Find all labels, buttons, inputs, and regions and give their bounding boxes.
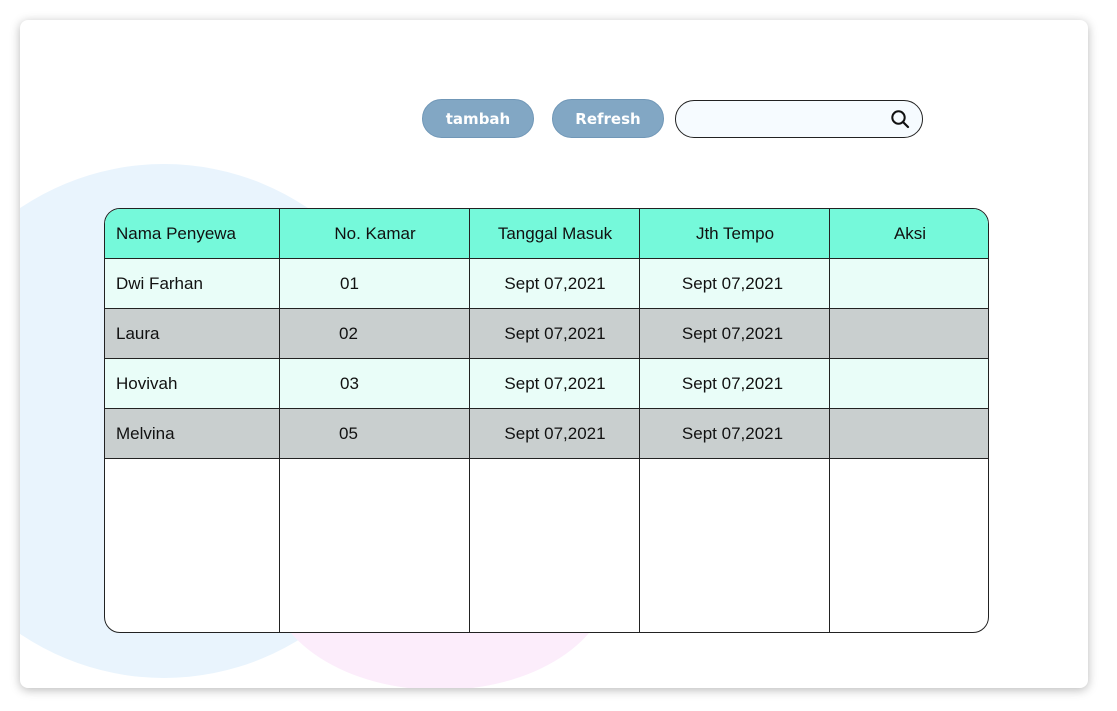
cell-nama: Hovivah xyxy=(116,373,178,393)
header-no-kamar: No. Kamar xyxy=(334,223,416,243)
table-row: Laura 02 Sept 07,2021 Sept 07,2021 xyxy=(105,309,988,359)
refresh-button[interactable]: Refresh xyxy=(552,99,664,138)
cell-nama: Laura xyxy=(116,323,160,343)
cell-jth-tempo: Sept 07,2021 xyxy=(681,423,784,443)
cell-aksi[interactable] xyxy=(830,259,988,308)
cell-aksi[interactable] xyxy=(830,309,988,358)
add-button[interactable]: tambah xyxy=(422,99,534,138)
cell-tanggal-masuk: Sept 07,2021 xyxy=(504,423,606,443)
search-input[interactable] xyxy=(690,108,884,132)
search-box xyxy=(675,100,923,138)
cell-kamar: 03 xyxy=(340,373,359,393)
header-nama-penyewa: Nama Penyewa xyxy=(116,223,237,243)
table-row: Melvina 05 Sept 07,2021 Sept 07,2021 xyxy=(105,409,988,459)
cell-jth-tempo: Sept 07,2021 xyxy=(681,273,784,293)
search-icon[interactable] xyxy=(890,109,910,129)
cell-tanggal-masuk: Sept 07,2021 xyxy=(504,273,606,293)
cell-kamar: 02 xyxy=(339,323,358,343)
refresh-button-label: Refresh xyxy=(575,109,641,128)
cell-kamar: 05 xyxy=(339,423,358,443)
cell-jth-tempo: Sept 07,2021 xyxy=(681,323,784,343)
column-divider xyxy=(469,209,470,632)
column-divider xyxy=(829,209,830,632)
table-row: Hovivah 03 Sept 07,2021 Sept 07,2021 xyxy=(105,359,988,409)
header-tanggal-masuk: Tanggal Masuk xyxy=(497,223,613,243)
main-panel: tambah Refresh Nama Penyewa No. Kamar Ta… xyxy=(20,20,1088,688)
table-header-row: Nama Penyewa No. Kamar Tanggal Masuk Jth… xyxy=(105,209,988,259)
cell-tanggal-masuk: Sept 07,2021 xyxy=(504,323,606,343)
header-jth-tempo: Jth Tempo xyxy=(695,223,775,243)
cell-jth-tempo: Sept 07,2021 xyxy=(681,373,784,393)
column-divider xyxy=(639,209,640,632)
table-row: Dwi Farhan 01 Sept 07,2021 Sept 07,2021 xyxy=(105,259,988,309)
cell-nama: Melvina xyxy=(116,423,175,443)
cell-kamar: 01 xyxy=(340,273,359,293)
cell-aksi[interactable] xyxy=(830,359,988,408)
add-button-label: tambah xyxy=(445,109,511,128)
header-aksi: Aksi xyxy=(893,223,927,243)
cell-nama: Dwi Farhan xyxy=(116,273,203,293)
cell-tanggal-masuk: Sept 07,2021 xyxy=(504,373,606,393)
column-divider xyxy=(279,209,280,632)
tenant-table: Nama Penyewa No. Kamar Tanggal Masuk Jth… xyxy=(104,208,989,633)
cell-aksi[interactable] xyxy=(830,409,988,458)
